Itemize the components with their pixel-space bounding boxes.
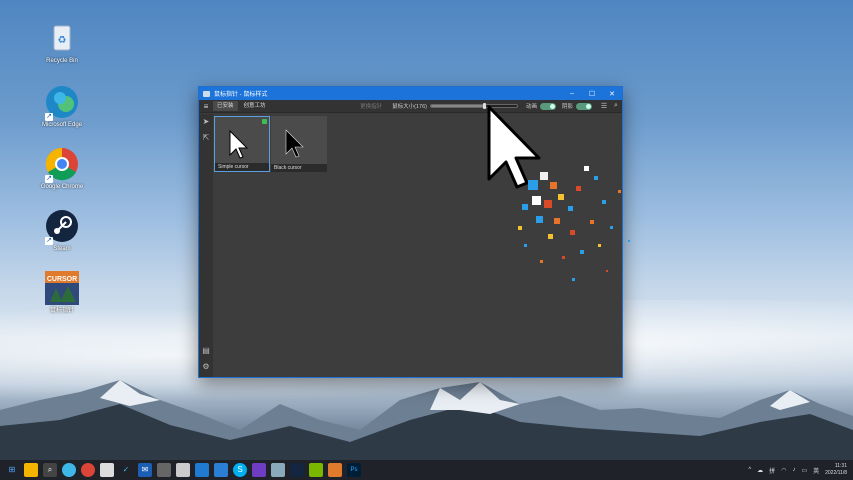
desktop-icon-label: Steam — [53, 246, 71, 252]
shortcut-arrow-icon: ↗ — [45, 175, 53, 183]
steam-icon[interactable] — [290, 463, 304, 477]
white-cursor-icon — [229, 129, 249, 159]
vscode-icon[interactable] — [195, 463, 209, 477]
svg-text:CURSOR: CURSOR — [47, 276, 77, 283]
cursor-name: Black cursor — [271, 164, 327, 172]
system-tray: ^ ☁ 拼 ◠ ♪ ▭ 英 11:31 2022/11/8 — [748, 460, 853, 480]
cursor-card-black[interactable]: Black cursor — [271, 116, 327, 172]
tab-workshop[interactable]: 创意工坊 — [240, 101, 270, 111]
desktop-icon-edge[interactable]: ↗ Microsoft Edge — [34, 84, 90, 129]
window-title: 鼠标指针 - 鼠标样式 — [214, 92, 268, 98]
sort-icon[interactable]: ☰ — [598, 102, 610, 110]
tray-icon[interactable]: ☁ — [757, 467, 763, 474]
desktop-icon-label: Microsoft Edge — [41, 122, 83, 128]
battery-icon[interactable]: ▭ — [801, 467, 807, 474]
cursor-name: Simple cursor — [215, 163, 269, 171]
windows-start-icon[interactable]: ⊞ — [5, 463, 19, 477]
slider-fill — [430, 105, 485, 107]
store-icon[interactable] — [214, 463, 228, 477]
input-method-indicator[interactable]: 拼 — [769, 466, 775, 475]
maximize-button[interactable]: ☐ — [582, 90, 602, 98]
search-icon[interactable]: ⌕ — [43, 463, 57, 477]
change-pointer-label: 更换指针 — [360, 104, 383, 110]
app-icon[interactable] — [157, 463, 171, 477]
notepad-icon[interactable] — [100, 463, 114, 477]
installed-badge — [262, 119, 267, 124]
clock[interactable]: 11:31 2022/11/8 — [825, 463, 847, 477]
animation-toggle[interactable] — [539, 102, 556, 110]
tab-installed[interactable]: 已安装 — [213, 101, 238, 111]
desktop-icon-label: 鼠标指针 — [49, 308, 74, 314]
vs-icon[interactable] — [252, 463, 266, 477]
shadow-toggle[interactable] — [576, 102, 592, 110]
cursor-card-simple[interactable]: Simple cursor — [214, 116, 270, 172]
desktop-icon-recycle-bin[interactable]: ♻ Recycle Bin — [34, 20, 90, 65]
mail-icon[interactable]: ✉ — [138, 463, 152, 477]
edge-icon[interactable] — [62, 463, 76, 477]
clock-date: 2022/11/8 — [825, 470, 847, 476]
cursor-app-icon: CURSOR — [44, 270, 80, 306]
toolbar: ≡ 已安装 创意工坊 更换指针 鼠标大小(176) 动画 阴影 ☰ ⌕ — [199, 100, 622, 113]
gear-icon[interactable]: ⚙ — [199, 359, 213, 375]
file-icon[interactable]: ▤ — [199, 343, 213, 359]
clock-time: 11:31 — [834, 463, 847, 469]
svg-text:♻: ♻ — [58, 35, 67, 46]
wifi-icon[interactable]: ◠ — [781, 467, 786, 474]
cursor-size-label: 鼠标大小(176) — [392, 104, 427, 110]
chevron-up-icon[interactable]: ^ — [748, 467, 751, 473]
file-explorer-icon[interactable] — [24, 463, 38, 477]
edge-icon: ↗ — [44, 84, 80, 121]
minimize-button[interactable]: – — [562, 90, 582, 97]
check-icon[interactable]: ✓ — [119, 463, 133, 477]
desktop-icon-label: Google Chrome — [40, 184, 84, 190]
mountain-range — [0, 380, 853, 462]
desktop-icon-chrome[interactable]: ↗ Google Chrome — [34, 146, 90, 191]
steam-icon: ↗ — [44, 208, 80, 245]
pointer-outline-icon[interactable]: ⇱ — [199, 130, 213, 146]
confetti-particles — [518, 166, 630, 281]
pointer-tool-icon[interactable]: ➤ — [199, 114, 213, 130]
desktop-icon-cursor-app[interactable]: CURSOR 鼠标指针 — [34, 270, 90, 315]
volume-icon[interactable]: ♪ — [792, 467, 795, 473]
title-bar[interactable]: 鼠标指针 - 鼠标样式 – ☐ ✕ — [199, 87, 622, 100]
desktop-icon-label: Recycle Bin — [46, 58, 78, 64]
photos-icon[interactable] — [271, 463, 285, 477]
shortcut-arrow-icon: ↗ — [45, 113, 53, 121]
taskbar: ⊞ ⌕ ✓ ✉ S Ps ^ ☁ 拼 ◠ ♪ ▭ 英 11:31 2022/11… — [0, 460, 853, 480]
terminal-icon[interactable] — [176, 463, 190, 477]
close-button[interactable]: ✕ — [602, 90, 622, 98]
desktop-icon-steam[interactable]: ↗ Steam — [34, 208, 90, 253]
shortcut-arrow-icon: ↗ — [45, 237, 53, 245]
recycle-bin-icon: ♻ — [44, 20, 80, 56]
cursor-app-icon[interactable] — [328, 463, 342, 477]
black-cursor-icon — [285, 129, 304, 158]
green-app-icon[interactable] — [309, 463, 323, 477]
photoshop-icon[interactable]: Ps — [347, 463, 361, 477]
hamburger-menu-icon[interactable]: ≡ — [199, 102, 213, 111]
left-sidebar: ➤ ⇱ ▤ ⚙ — [199, 114, 213, 377]
skype-icon[interactable]: S — [233, 463, 247, 477]
search-icon[interactable]: ⌕ — [610, 102, 622, 110]
language-indicator[interactable]: 英 — [813, 466, 819, 475]
chrome-icon: ↗ — [44, 146, 80, 183]
app-icon — [203, 90, 210, 97]
chrome-icon[interactable] — [81, 463, 95, 477]
shadow-toggle-label: 阴影 — [561, 104, 573, 110]
